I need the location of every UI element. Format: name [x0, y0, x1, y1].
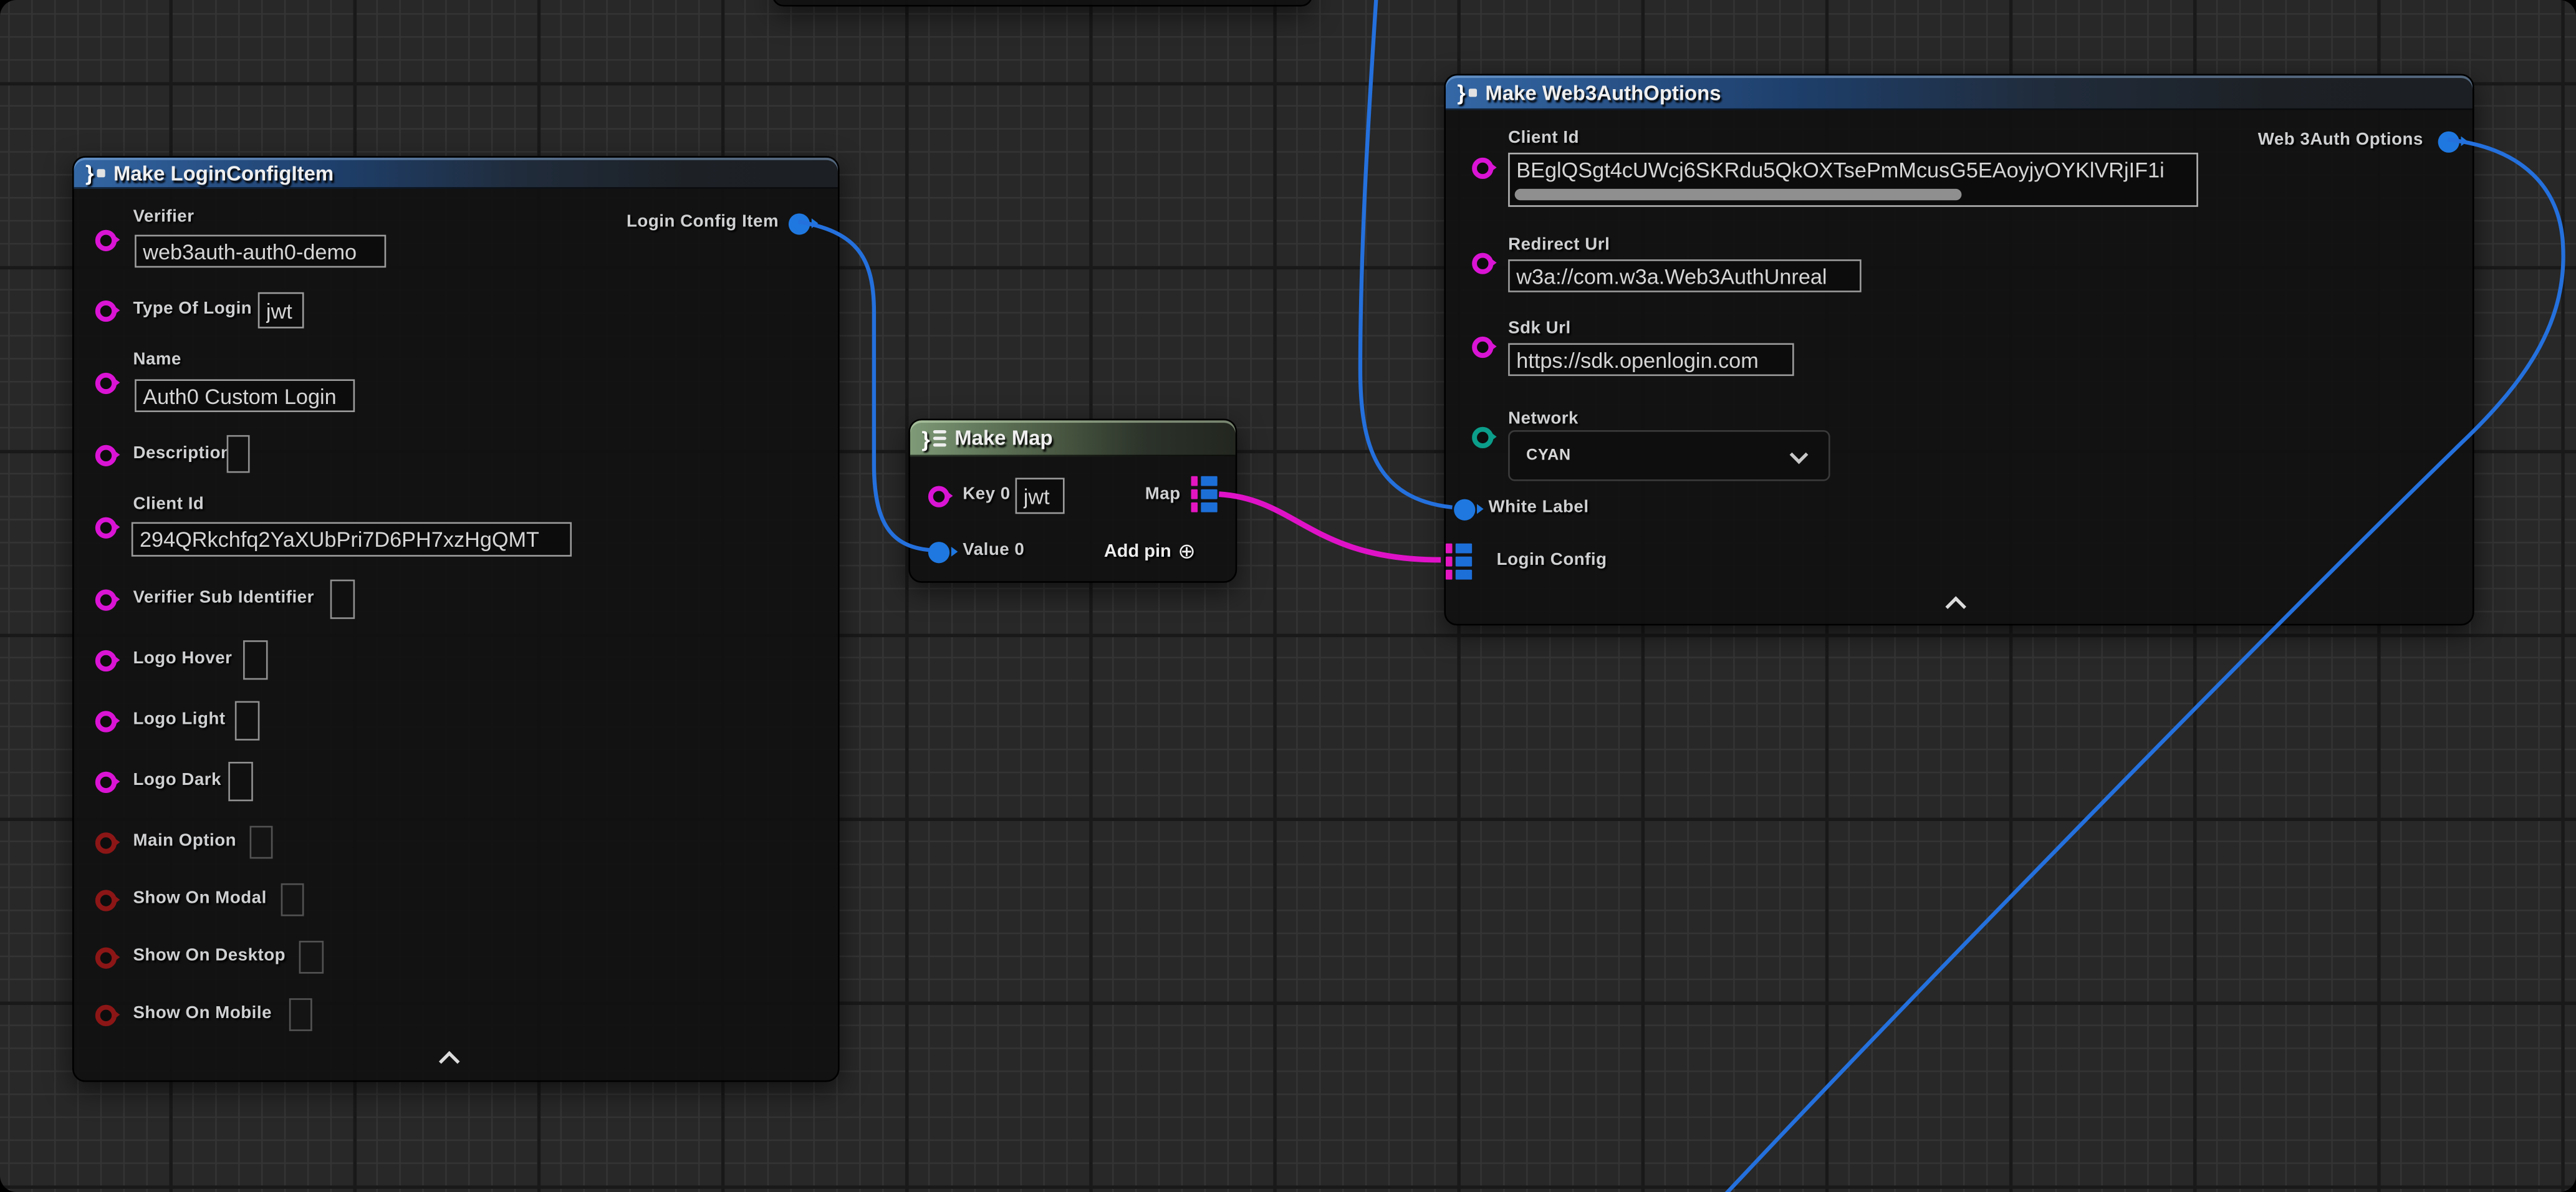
pin-label-main-option: Main Option: [133, 831, 236, 852]
input-pin-sdk-url[interactable]: [1471, 336, 1492, 357]
input-pin-type-of-login[interactable]: [95, 300, 117, 321]
pin-label-show-on-desktop: Show On Desktop: [133, 946, 286, 967]
redirect-url-field[interactable]: [1508, 259, 1862, 292]
node-title: Make LoginConfigItem: [113, 161, 334, 185]
show-on-modal-checkbox[interactable]: [281, 883, 304, 916]
input-pin-description[interactable]: [95, 444, 117, 465]
show-on-mobile-checkbox[interactable]: [289, 998, 312, 1031]
input-pin-redirect-url[interactable]: [1471, 252, 1492, 273]
node-title: Make Web3AuthOptions: [1485, 81, 1721, 104]
pin-label-network: Network: [1508, 409, 1579, 430]
node-header-make-map[interactable]: } Make Map: [910, 420, 1236, 456]
pin-label-key0: Key 0: [963, 484, 1011, 506]
pin-label-type-of-login: Type Of Login: [133, 299, 252, 320]
offscreen-node-partial[interactable]: [772, 0, 1313, 7]
pin-label-verifier-sub-identifier: Verifier Sub Identifier: [133, 588, 314, 609]
node-header-make-loginconfigitem[interactable]: } Make LoginConfigItem: [74, 158, 838, 189]
add-pin-label: Add pin: [1104, 541, 1171, 561]
collapse-advanced-pins-icon[interactable]: [1945, 596, 1966, 617]
wire-map-to-loginconfig[interactable]: [1219, 494, 1441, 560]
input-pin-logo-light[interactable]: [95, 710, 117, 731]
input-pin-name[interactable]: [95, 372, 117, 393]
pin-label-web3auth-options: Web 3Auth Options: [2258, 130, 2423, 151]
input-pin-show-on-mobile[interactable]: [95, 1004, 117, 1025]
network-selected-value: CYAN: [1510, 446, 1571, 464]
output-pin-map[interactable]: [1191, 476, 1218, 512]
pin-label-white-label: White Label: [1488, 497, 1588, 519]
pin-label-redirect-url: Redirect Url: [1508, 235, 1610, 256]
pin-label-map: Map: [1145, 484, 1181, 506]
input-pin-value0[interactable]: [928, 541, 949, 562]
input-pin-client-id[interactable]: [95, 516, 117, 537]
node-title: Make Map: [954, 427, 1052, 450]
add-pin-button[interactable]: Add pin ⊕: [1104, 540, 1196, 561]
client-id-field[interactable]: BEglQSgt4cUWcj6SKRdu5QkOXTsePmMcusG5EAoy…: [1508, 153, 2198, 207]
add-pin-plus-icon: ⊕: [1178, 540, 1196, 561]
logo-hover-field[interactable]: [243, 640, 268, 680]
logo-dark-field[interactable]: [228, 762, 253, 801]
main-option-checkbox[interactable]: [250, 826, 273, 859]
input-pin-verifier[interactable]: [95, 229, 117, 250]
description-field[interactable]: [227, 435, 250, 473]
pin-label-verifier: Verifier: [133, 207, 194, 228]
type-of-login-field[interactable]: [258, 292, 304, 329]
input-pin-logo-hover[interactable]: [95, 650, 117, 671]
input-pin-show-on-modal[interactable]: [95, 889, 117, 910]
make-struct-icon: }: [85, 163, 105, 184]
node-make-web3authoptions[interactable]: } Make Web3AuthOptions Web 3Auth Options…: [1444, 74, 2474, 626]
input-pin-main-option[interactable]: [95, 832, 117, 853]
logo-light-field[interactable]: [235, 701, 260, 741]
pin-label-value0: Value 0: [963, 540, 1024, 561]
node-header-make-web3authoptions[interactable]: } Make Web3AuthOptions: [1446, 75, 2473, 110]
dropdown-chevron-icon: [1790, 445, 1809, 463]
blueprint-graph-canvas[interactable]: } Make LoginConfigItem Login Config Item…: [0, 0, 2576, 1192]
input-pin-verifier-sub-identifier[interactable]: [95, 589, 117, 610]
input-pin-show-on-desktop[interactable]: [95, 946, 117, 968]
pin-label-client-id: Client Id: [133, 494, 204, 516]
network-dropdown[interactable]: CYAN: [1508, 430, 1830, 481]
key0-field[interactable]: [1016, 478, 1065, 514]
pin-label-description: Description: [133, 443, 231, 464]
input-pin-login-config[interactable]: [1446, 544, 1472, 580]
client-id-text: BEglQSgt4cUWcj6SKRdu5QkOXTsePmMcusG5EAoy…: [1516, 156, 2193, 184]
input-pin-client-id[interactable]: [1471, 157, 1492, 178]
node-make-loginconfigitem[interactable]: } Make LoginConfigItem Login Config Item…: [72, 156, 840, 1082]
pin-label-show-on-modal: Show On Modal: [133, 888, 266, 910]
input-pin-network[interactable]: [1471, 426, 1492, 447]
wire-offscreen-to-whitelabel[interactable]: [1360, 0, 1453, 507]
pin-label-name: Name: [133, 350, 181, 371]
input-pin-logo-dark[interactable]: [95, 771, 117, 792]
pin-label-logo-light: Logo Light: [133, 709, 225, 731]
input-pin-white-label[interactable]: [1453, 498, 1474, 519]
client-id-scrollbar[interactable]: [1515, 189, 1962, 200]
pin-label-logo-hover: Logo Hover: [133, 648, 232, 670]
sdk-url-field[interactable]: [1508, 343, 1794, 376]
make-struct-icon: }: [1457, 82, 1477, 103]
make-map-icon: }: [921, 428, 946, 449]
pin-label-show-on-mobile: Show On Mobile: [133, 1003, 272, 1024]
pin-label-logo-dark: Logo Dark: [133, 770, 221, 791]
pin-label-login-config: Login Config: [1497, 550, 1607, 571]
input-pin-key0[interactable]: [928, 485, 949, 506]
pin-label-client-id: Client Id: [1508, 128, 1579, 149]
pin-label-sdk-url: Sdk Url: [1508, 319, 1571, 340]
name-field[interactable]: [135, 379, 355, 412]
collapse-advanced-pins-icon[interactable]: [439, 1051, 460, 1072]
verifier-field[interactable]: [135, 235, 386, 268]
verifier-sub-identifier-field[interactable]: [330, 580, 355, 619]
pin-label-login-config-item: Login Config Item: [627, 212, 779, 233]
client-id-field[interactable]: [132, 522, 572, 556]
show-on-desktop-checkbox[interactable]: [299, 941, 324, 974]
node-make-map[interactable]: } Make Map Key 0 Map Value 0 Add pin ⊕: [908, 419, 1237, 583]
